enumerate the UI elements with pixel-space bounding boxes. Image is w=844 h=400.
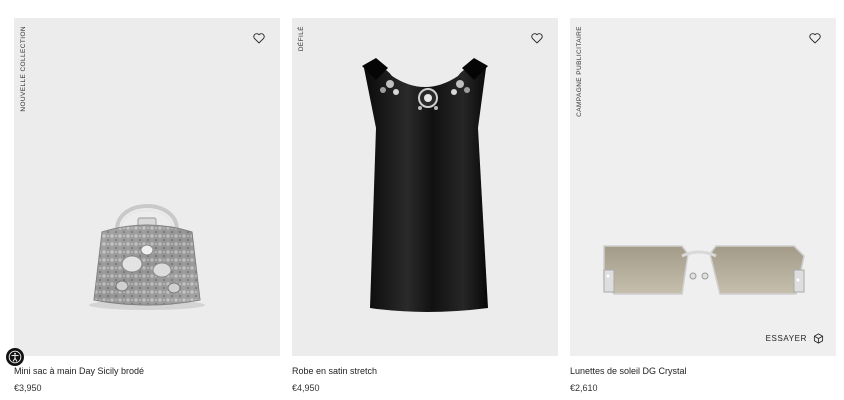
product-name[interactable]: Mini sac à main Day Sicily brodé: [14, 366, 144, 376]
cube-icon: [813, 333, 824, 344]
product-image[interactable]: CAMPAGNE PUBLICITAIRE ESSAYER: [570, 18, 836, 356]
product-price: €2,610: [570, 383, 598, 393]
accessibility-button[interactable]: [6, 348, 24, 366]
try-on-label: ESSAYER: [765, 334, 807, 343]
sunglasses-illustration: [603, 245, 805, 295]
handbag-illustration: [89, 204, 205, 310]
dress-illustration: [362, 58, 488, 312]
product-image[interactable]: DÉFILÉ: [292, 18, 558, 356]
product-grid: NOUVELLE COLLECTION Mini sac à main Day …: [14, 18, 836, 400]
product-card-dress[interactable]: DÉFILÉ Robe en satin stretch €4,950: [292, 18, 558, 400]
product-name[interactable]: Lunettes de soleil DG Crystal: [570, 366, 687, 376]
product-price: €4,950: [292, 383, 320, 393]
accessibility-icon: [8, 350, 22, 364]
product-card-handbag[interactable]: NOUVELLE COLLECTION Mini sac à main Day …: [14, 18, 280, 400]
try-on-button[interactable]: ESSAYER: [766, 333, 824, 344]
product-image[interactable]: NOUVELLE COLLECTION: [14, 18, 280, 356]
product-price: €3,950: [14, 383, 42, 393]
product-card-sunglasses[interactable]: CAMPAGNE PUBLICITAIRE ESSAYER Lunettes d…: [570, 18, 836, 400]
product-name[interactable]: Robe en satin stretch: [292, 366, 377, 376]
